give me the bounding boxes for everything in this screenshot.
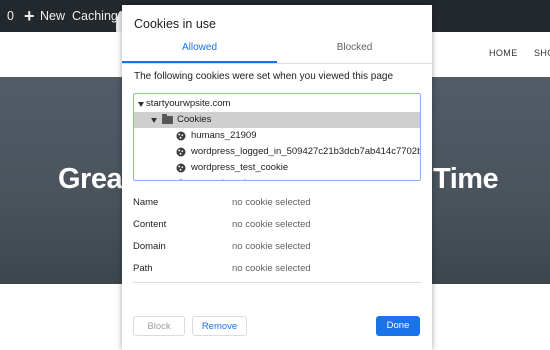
admin-bar-comment-count[interactable]: 0: [7, 0, 14, 32]
tree-item-cookies-folder[interactable]: Cookies: [134, 112, 420, 128]
admin-bar-new-link[interactable]: New: [40, 0, 65, 32]
property-row-content: Content no cookie selected: [133, 219, 421, 241]
cookie-icon: [176, 147, 186, 157]
cookie-icon: [176, 131, 186, 141]
tab-blocked[interactable]: Blocked: [277, 41, 432, 63]
plus-icon[interactable]: +: [24, 0, 35, 32]
expand-triangle-icon[interactable]: [151, 118, 157, 123]
cookie-name: wp-settings-1: [191, 176, 248, 180]
block-button[interactable]: Block: [133, 316, 185, 336]
nav-item-home[interactable]: HOME: [489, 48, 518, 58]
hero-heading-right: Time: [433, 163, 499, 195]
cookie-icon: [178, 179, 184, 180]
cookie-icon: [176, 163, 186, 173]
dialog-title: Cookies in use: [134, 17, 216, 31]
admin-bar-caching-link[interactable]: Caching: [72, 0, 118, 32]
cookies-dialog: Cookies in use Allowed Blocked The follo…: [122, 5, 432, 350]
property-label: Path: [133, 263, 153, 274]
tree-site-label: startyourwpsite.com: [146, 98, 231, 109]
property-value: no cookie selected: [232, 197, 311, 208]
property-label: Name: [133, 197, 159, 208]
property-row-name: Name no cookie selected: [133, 197, 421, 219]
remove-button[interactable]: Remove: [192, 316, 247, 336]
hero-heading-left: Great: [58, 163, 132, 195]
cookie-tree[interactable]: startyourwpsite.com Cookies humans_21909…: [133, 93, 421, 181]
folder-icon: [162, 114, 173, 124]
cookie-name: humans_21909: [191, 130, 257, 141]
dialog-description: The following cookies were set when you …: [134, 71, 394, 82]
property-value: no cookie selected: [232, 219, 311, 230]
tree-item-cookie[interactable]: wp-settings-1: [134, 176, 420, 180]
tab-allowed[interactable]: Allowed: [122, 41, 277, 63]
property-value: no cookie selected: [232, 241, 311, 252]
property-label: Domain: [133, 241, 166, 252]
tree-item-cookie[interactable]: wordpress_test_cookie: [134, 160, 420, 176]
tree-item-cookie[interactable]: wordpress_logged_in_509427c21b3dcb7ab414…: [134, 144, 420, 160]
cookie-name: wordpress_test_cookie: [191, 162, 289, 173]
tree-item-site[interactable]: startyourwpsite.com: [134, 96, 420, 112]
nav-item-shop[interactable]: SHO: [534, 48, 550, 58]
done-button[interactable]: Done: [376, 316, 420, 336]
properties-divider: [133, 282, 421, 283]
property-row-domain: Domain no cookie selected: [133, 241, 421, 263]
expand-triangle-icon[interactable]: [138, 102, 144, 107]
property-label: Content: [133, 219, 167, 230]
cookie-name: wordpress_logged_in_509427c21b3dcb7ab414…: [191, 146, 421, 157]
tree-item-cookie[interactable]: humans_21909: [134, 128, 420, 144]
tab-divider: [122, 63, 432, 64]
tree-folder-label: Cookies: [177, 114, 212, 125]
property-value: no cookie selected: [232, 263, 311, 274]
